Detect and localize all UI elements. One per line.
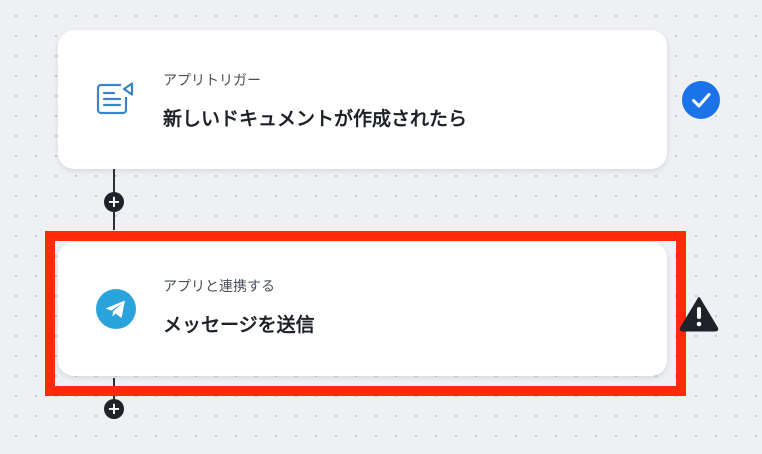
warning-icon [678,295,720,337]
check-icon [681,80,721,124]
step-subtitle: アプリトリガー [163,73,261,89]
trigger-step-card[interactable]: アプリトリガー 新しいドキュメントが作成されたら [58,30,667,169]
step-subtitle: アプリと連携する [163,279,275,295]
telegram-icon [94,287,138,331]
add-step-button[interactable]: + [104,192,124,212]
step-title: 新しいドキュメントが作成されたら [163,108,468,130]
add-step-button[interactable]: + [104,399,124,419]
step-title: メッセージを送信 [163,314,315,336]
document-trigger-icon [94,78,138,122]
action-step-card[interactable]: アプリと連携する メッセージを送信 [58,242,667,376]
